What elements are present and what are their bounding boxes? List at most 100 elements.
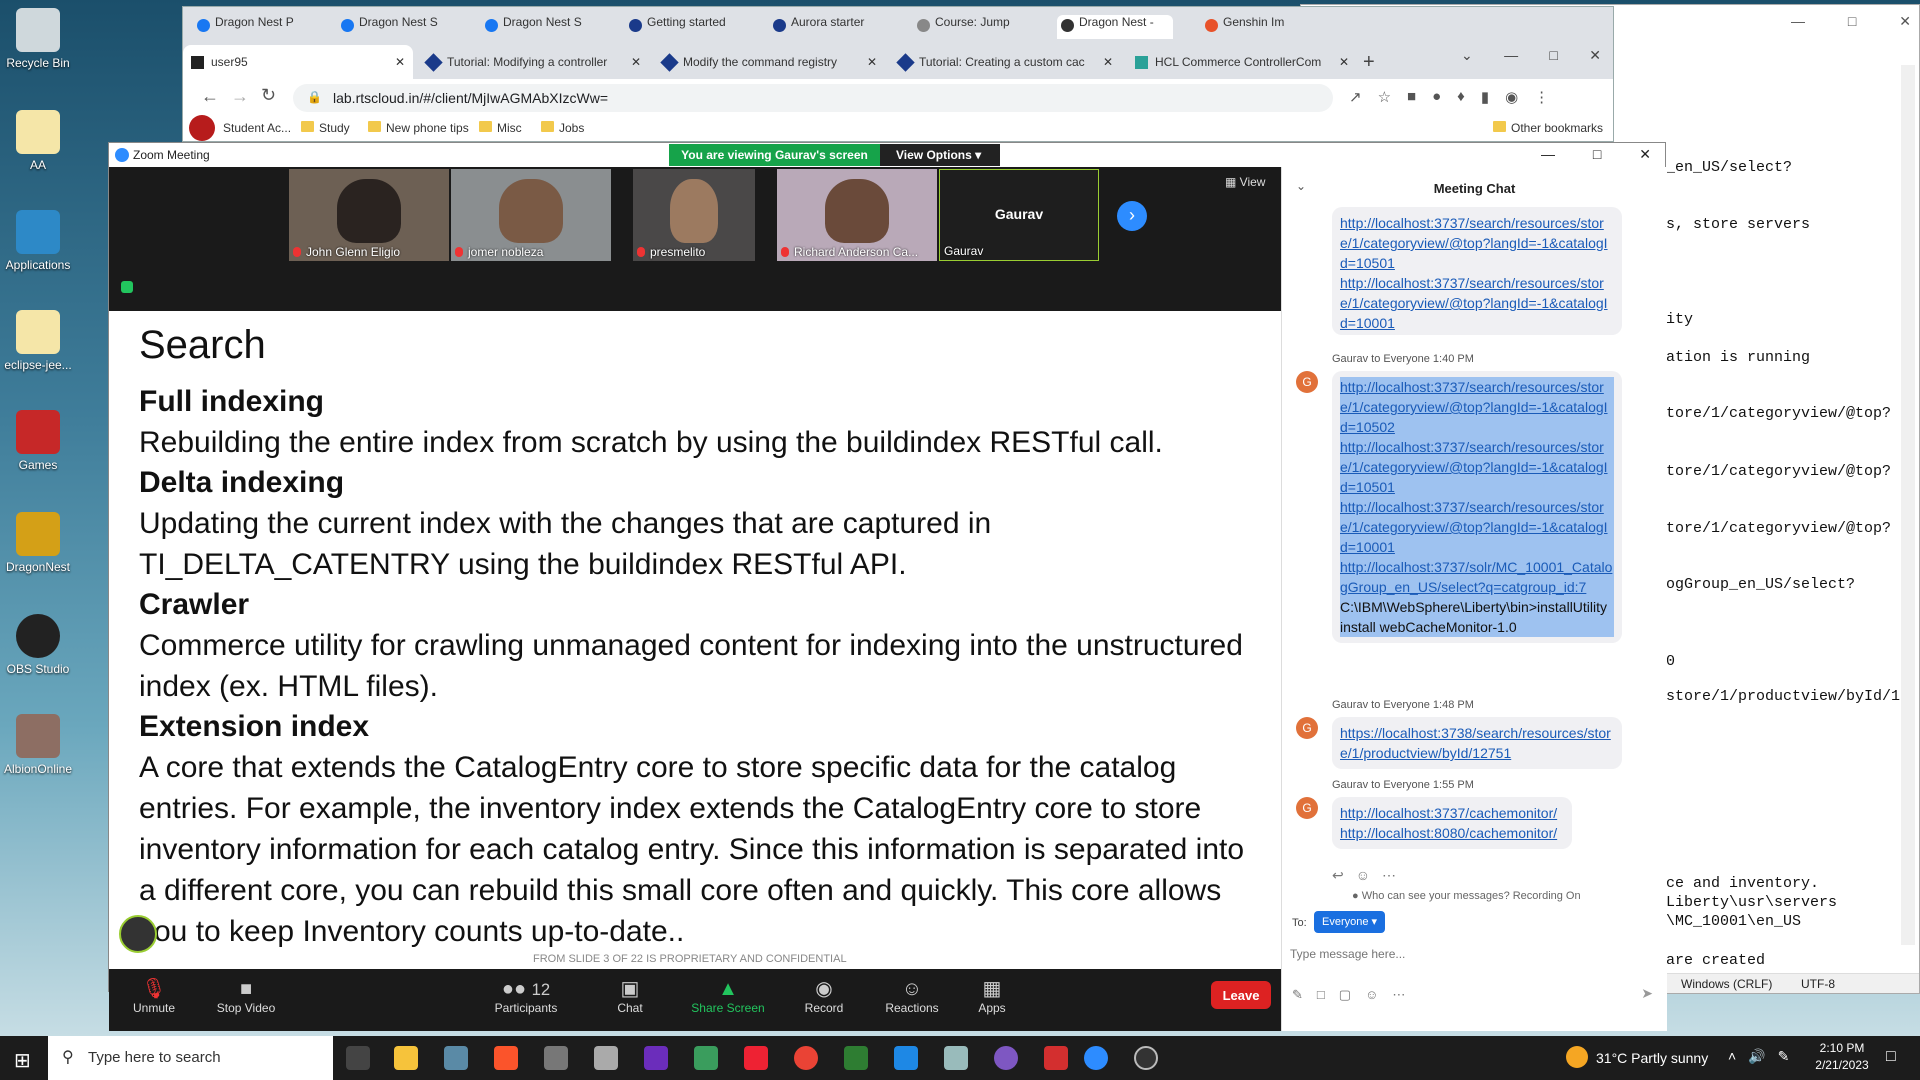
weather-text[interactable]: 31°C Partly sunny — [1596, 1050, 1708, 1066]
chat-message-input[interactable] — [1290, 941, 1650, 967]
app-icon[interactable] — [594, 1046, 618, 1070]
view-options-button[interactable]: View Options ▾ — [880, 144, 1000, 166]
chat-link[interactable]: https://localhost:3738/search/resources/… — [1340, 723, 1614, 763]
clock-date[interactable]: 2/21/2023 — [1806, 1058, 1878, 1072]
notepad-scrollbar[interactable] — [1901, 65, 1915, 945]
browser-tab[interactable]: Dragon Nest S — [481, 15, 597, 39]
bookmark-study[interactable]: Study — [301, 121, 350, 135]
participant-tile[interactable]: jomer nobleza — [451, 169, 611, 261]
share-screen-button[interactable]: ▲ Share Screen — [683, 977, 773, 1015]
leave-button[interactable]: Leave — [1211, 981, 1271, 1009]
close-tab-icon[interactable]: ✕ — [631, 55, 641, 69]
messenger-icon[interactable] — [994, 1046, 1018, 1070]
bookmark-star-icon[interactable]: ☆ — [1378, 88, 1391, 106]
screenshot-icon[interactable]: □ — [1317, 987, 1325, 1003]
chat-link[interactable]: http://localhost:3737/search/resources/s… — [1340, 273, 1614, 333]
reply-icon[interactable]: ↩ — [1332, 867, 1344, 884]
app-icon[interactable] — [844, 1046, 868, 1070]
chat-button[interactable]: ▣ Chat — [585, 977, 675, 1015]
notification-icon[interactable]: □ — [1886, 1048, 1896, 1066]
desktop-icon-applications[interactable]: Applications — [2, 210, 74, 272]
tab-user95[interactable]: user95 ✕ — [183, 45, 413, 79]
participant-tile[interactable]: John Glenn Eligio — [289, 169, 449, 261]
desktop-icon-obs[interactable]: OBS Studio — [2, 614, 74, 676]
desktop-icon-games[interactable]: Games — [2, 410, 74, 472]
participant-tile[interactable]: presmelito — [633, 169, 755, 261]
minimize-icon[interactable]: — — [1791, 13, 1805, 30]
pen-icon[interactable]: ✎ — [1778, 1048, 1790, 1065]
close-tab-icon[interactable]: ✕ — [395, 55, 405, 69]
grammarly-icon[interactable]: ● — [1432, 88, 1441, 106]
more-icon[interactable]: ⋯ — [1382, 867, 1396, 884]
bookmark-other[interactable]: Other bookmarks — [1493, 121, 1603, 135]
profile-avatar-icon[interactable]: ◉ — [1505, 88, 1518, 106]
maximize-icon[interactable]: □ — [1549, 47, 1557, 64]
menu-kebab-icon[interactable]: ⋮ — [1534, 88, 1549, 106]
chrome-icon[interactable] — [794, 1046, 818, 1070]
address-bar[interactable]: 🔒 lab.rtscloud.in/#/client/MjIwAGMAbXIzc… — [293, 84, 1333, 112]
browser-tab[interactable]: Dragon Nest S — [337, 15, 453, 39]
extension-icon[interactable]: ■ — [1407, 88, 1416, 106]
view-button[interactable]: ▦ View — [1225, 175, 1265, 189]
clock-time[interactable]: 2:10 PM — [1812, 1041, 1872, 1055]
desktop-icon-albion[interactable]: AlbionOnline — [2, 714, 74, 776]
app-icon[interactable] — [894, 1046, 918, 1070]
desktop-icon-aa[interactable]: AA — [2, 110, 74, 172]
tab-search-icon[interactable]: ⌄ — [1461, 47, 1473, 64]
chat-link[interactable]: http://localhost:3737/search/resources/s… — [1340, 437, 1614, 497]
close-icon[interactable]: ✕ — [1639, 146, 1651, 163]
browser-tab[interactable]: Course: Jump — [913, 15, 1029, 39]
desktop-icon-dragonnest[interactable]: DragonNest — [2, 512, 74, 574]
reload-icon[interactable]: ↻ — [261, 85, 276, 106]
windows-start-icon[interactable]: ⊞ — [14, 1048, 31, 1073]
zoom-icon[interactable] — [1084, 1046, 1108, 1070]
chat-link[interactable]: http://localhost:3737/search/resources/s… — [1340, 497, 1614, 557]
desktop-icon-recycle-bin[interactable]: Recycle Bin — [2, 8, 74, 70]
chat-link[interactable]: http://localhost:8080/cachemonitor/ — [1340, 823, 1564, 843]
intellij-icon[interactable] — [644, 1046, 668, 1070]
more-icon[interactable]: ⋯ — [1392, 987, 1405, 1003]
close-tab-icon[interactable]: ✕ — [1103, 55, 1113, 69]
recipient-dropdown[interactable]: Everyone ▾ — [1314, 911, 1386, 933]
chat-link[interactable]: http://localhost:3737/cachemonitor/ — [1340, 803, 1564, 823]
bookmark-phone-tips[interactable]: New phone tips — [368, 121, 469, 135]
chevron-up-icon[interactable]: ˄ — [1728, 1048, 1736, 1065]
tab-command-registry[interactable]: Modify the command registry ✕ — [655, 45, 885, 79]
notepad-plus-icon[interactable] — [694, 1046, 718, 1070]
bookmark-misc[interactable]: Misc — [479, 121, 522, 135]
annotate-pen-icon[interactable] — [119, 915, 157, 953]
browser-tab[interactable]: Dragon Nest P — [193, 15, 309, 39]
new-tab-icon[interactable]: + — [1363, 51, 1375, 74]
format-icon[interactable]: ✎ — [1292, 987, 1303, 1003]
maximize-icon[interactable]: □ — [1593, 146, 1601, 163]
chat-link[interactable]: http://localhost:3737/solr/MC_10001_Cata… — [1340, 557, 1614, 597]
minimize-icon[interactable]: — — [1541, 146, 1555, 163]
puzzle-icon[interactable]: ♦ — [1457, 88, 1465, 106]
close-icon[interactable]: ✕ — [1589, 47, 1601, 64]
participants-button[interactable]: ●● 12 Participants — [481, 977, 571, 1015]
task-view-icon[interactable] — [346, 1046, 370, 1070]
browser-tab-active[interactable]: Dragon Nest - — [1057, 15, 1173, 39]
forward-icon[interactable]: → — [231, 86, 249, 107]
share-icon[interactable]: ↗ — [1349, 88, 1362, 106]
browser-tab[interactable]: Getting started — [625, 15, 741, 39]
participant-tile[interactable]: Richard Anderson Ca... — [777, 169, 937, 261]
emoji-icon[interactable]: ☺ — [1365, 987, 1378, 1003]
unmute-button[interactable]: 🎙 Unmute — [109, 977, 199, 1015]
reactions-button[interactable]: ☺ Reactions — [867, 977, 957, 1015]
minimize-icon[interactable]: — — [1504, 47, 1518, 64]
file-explorer-icon[interactable] — [394, 1046, 418, 1070]
emoji-reaction-icon[interactable]: ☺ — [1356, 867, 1370, 884]
tab-hcl-commerce[interactable]: HCL Commerce ControllerCom ✕ — [1127, 45, 1357, 79]
close-tab-icon[interactable]: ✕ — [1339, 55, 1349, 69]
sidepanel-icon[interactable]: ▮ — [1481, 88, 1489, 106]
record-button[interactable]: ◉ Record — [779, 977, 869, 1015]
tab-custom-cache[interactable]: Tutorial: Creating a custom cac ✕ — [891, 45, 1121, 79]
bookmark-student[interactable]: Student Ac... — [223, 121, 291, 135]
browser-tab[interactable]: Aurora starter — [769, 15, 885, 39]
desktop-icon-eclipse[interactable]: eclipse-jee... — [2, 310, 74, 372]
brave-icon[interactable] — [494, 1046, 518, 1070]
chat-link[interactable]: http://localhost:3737/search/resources/s… — [1340, 377, 1614, 437]
send-icon[interactable]: ➤ — [1641, 985, 1653, 1002]
tab-tutorial-controller[interactable]: Tutorial: Modifying a controller ✕ — [419, 45, 649, 79]
